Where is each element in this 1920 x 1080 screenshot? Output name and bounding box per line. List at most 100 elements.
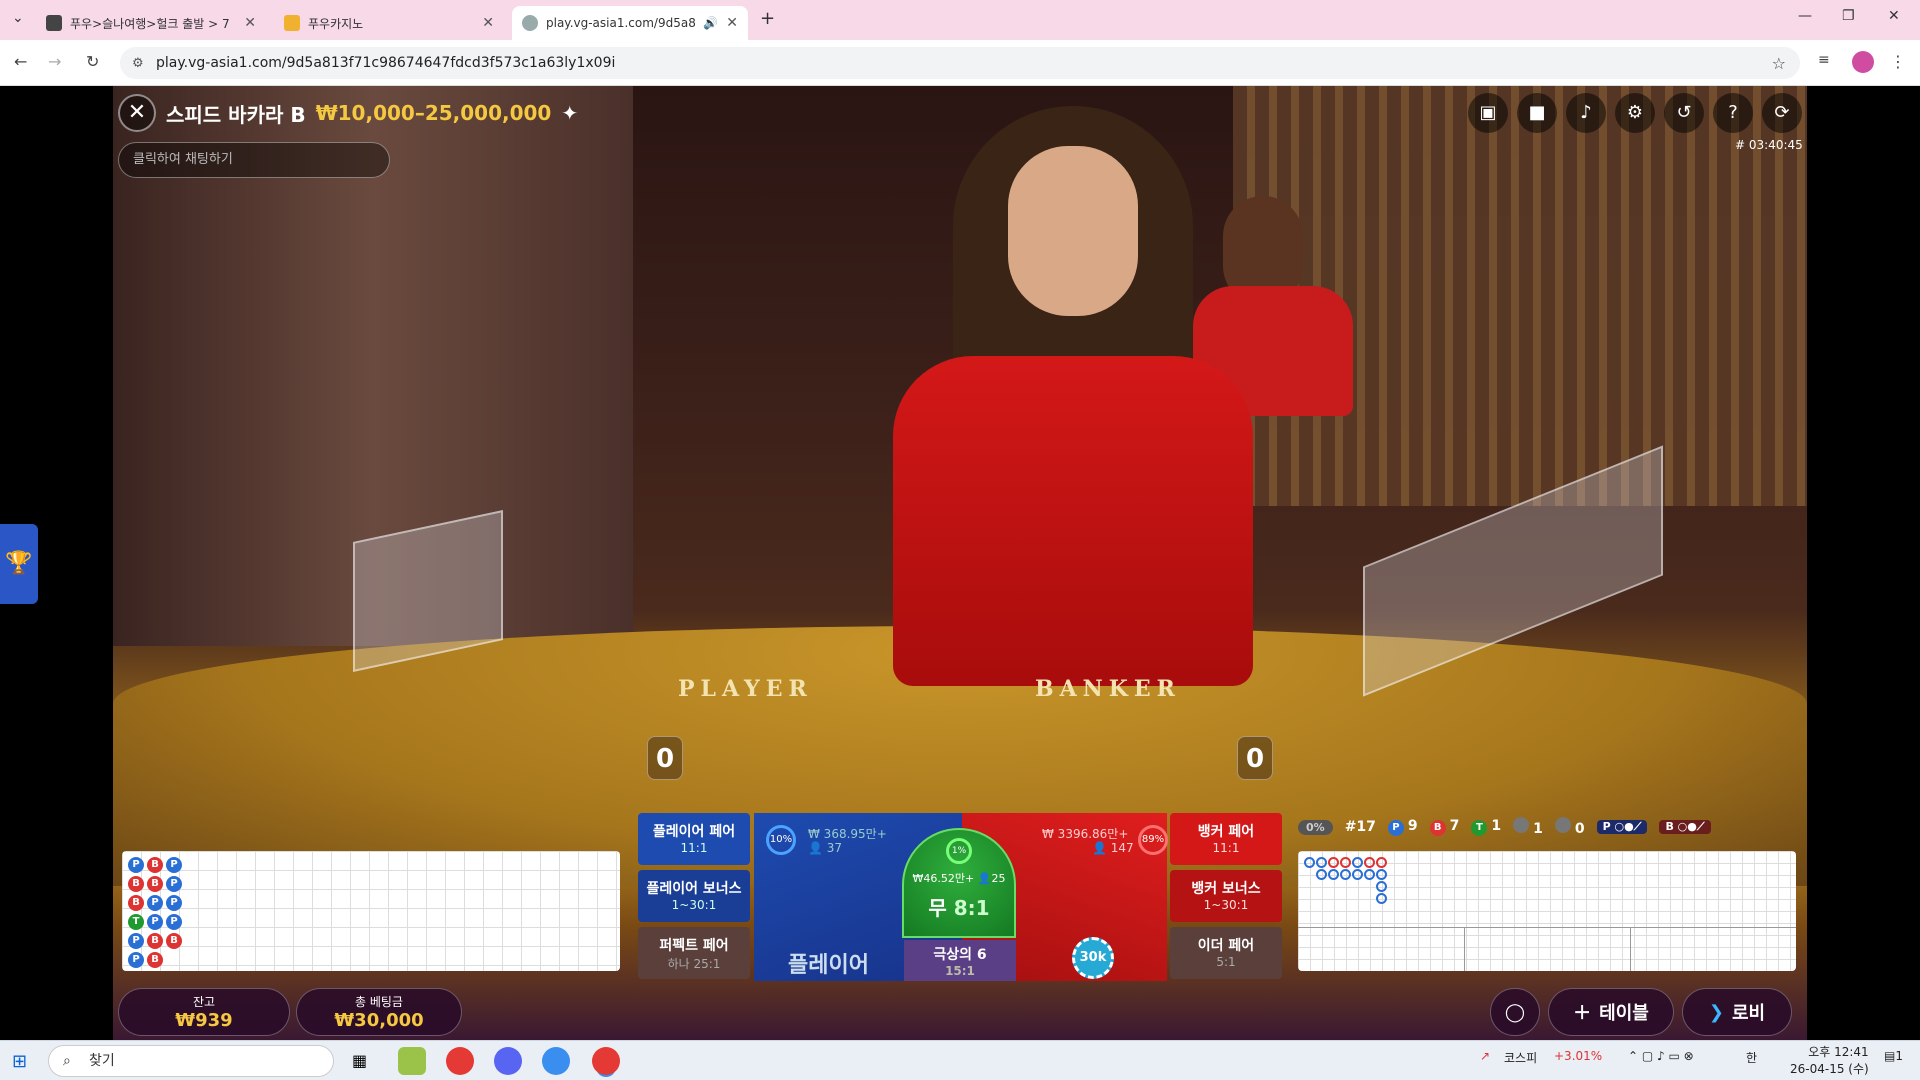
either-pair-bet[interactable]: 이더 페어 5:1 xyxy=(1170,927,1282,979)
bead-road: PBPBBPBPPTPPPBBPB xyxy=(122,851,620,971)
help-icon[interactable]: ? xyxy=(1713,93,1753,133)
history-icon[interactable]: ↺ xyxy=(1664,93,1704,133)
profile-avatar[interactable] xyxy=(1852,51,1874,73)
search-icon: ⌕ xyxy=(63,1053,71,1069)
pin-icon[interactable]: ✦ xyxy=(561,101,578,125)
chrome-icon[interactable] xyxy=(446,1047,474,1075)
player-bonus-bet[interactable]: 플레이어 보너스 1~30:1 xyxy=(638,870,750,922)
chrome-active-icon[interactable] xyxy=(592,1047,620,1075)
add-table-button[interactable]: ＋ 테이블 xyxy=(1548,988,1674,1036)
media-control-icon[interactable]: ≡ xyxy=(1818,52,1830,68)
task-view-icon[interactable]: ▦ xyxy=(352,1051,367,1070)
menu-icon[interactable]: ⋮ xyxy=(1890,52,1906,71)
banker-pct: 89% xyxy=(1138,825,1168,855)
felt-banker-label: BANKER xyxy=(1035,676,1181,702)
bet-limits: ₩10,000–25,000,000 xyxy=(315,101,552,125)
settings-icon[interactable]: ⚙ xyxy=(1615,93,1655,133)
video-icon[interactable]: ■ xyxy=(1517,93,1557,133)
start-icon[interactable]: ⊞ xyxy=(12,1051,27,1072)
banker-wins: B7 xyxy=(1429,818,1459,836)
tie-wins: T1 xyxy=(1471,818,1501,836)
audio-icon[interactable]: 🔊 xyxy=(703,16,718,30)
tray-icons[interactable]: ⌃ ▢ ♪ ▭ ⊗ xyxy=(1628,1049,1694,1063)
player-pair-count: 1 xyxy=(1513,817,1543,837)
stats-bar: 0% #17 P9 B7 T1 1 0 P ○●⟋ B ○●⟋ xyxy=(1298,817,1711,837)
chat-input[interactable]: 클릭하여 채팅하기 xyxy=(118,142,390,178)
tie-label: 무 8:1 xyxy=(928,896,990,920)
tab-3-active[interactable]: play.vg-asia1.com/9d5a81 🔊 ✕ xyxy=(512,6,748,40)
tie-bet-area[interactable]: 1% ₩46.52만+ 👤25 무 8:1 xyxy=(902,828,1016,938)
new-tab-button[interactable]: + xyxy=(760,8,775,29)
tab-close-icon[interactable]: ✕ xyxy=(482,15,494,31)
bead-cell: B xyxy=(147,876,163,892)
bead-cell: P xyxy=(166,914,182,930)
bead-cell: B xyxy=(128,876,144,892)
player-pair-bet[interactable]: 플레이어 페어 11:1 xyxy=(638,813,750,865)
lobby-button[interactable]: ❯ 로비 xyxy=(1682,988,1792,1036)
tab-1[interactable]: 푸우>슬나여행>헐크 출발 > 7 ✕ xyxy=(36,6,266,40)
felt-player-label: PLAYER xyxy=(678,676,813,702)
tab-search-icon[interactable]: ⌄ xyxy=(12,10,24,26)
stock-icon: ↗ xyxy=(1480,1049,1491,1063)
total-bet-display: 총 베팅금 ₩30,000 xyxy=(296,988,462,1036)
kospi-change: +3.01% xyxy=(1554,1049,1603,1063)
tab-title: 푸우>슬나여행>헐크 출발 > 7 xyxy=(70,16,230,31)
site-info-icon[interactable]: ⚙ xyxy=(132,56,144,71)
bead-cell: B xyxy=(166,933,182,949)
refresh-icon[interactable]: ⟳ xyxy=(1762,93,1802,133)
site-favicon-icon xyxy=(284,15,300,31)
super6-bet[interactable]: 극상의 6 15:1 xyxy=(904,940,1016,981)
restore-icon[interactable]: ❐ xyxy=(1842,8,1855,24)
banker-ask-button[interactable]: B ○●⟋ xyxy=(1659,820,1711,834)
chat-icon[interactable]: ▣ xyxy=(1468,93,1508,133)
stats-toggle[interactable]: 0% xyxy=(1298,819,1333,835)
app-icon[interactable] xyxy=(398,1047,426,1075)
back-icon[interactable]: ← xyxy=(14,52,27,71)
tab-close-icon[interactable]: ✕ xyxy=(244,15,256,31)
bet-chip: 30k xyxy=(1072,937,1114,979)
taskbar-search[interactable]: ⌕ 찾기 xyxy=(48,1045,334,1077)
edge-icon[interactable] xyxy=(542,1047,570,1075)
game-title: 스피드 바카라 B xyxy=(166,102,306,127)
dealer xyxy=(893,106,1253,686)
chat-toggle-button[interactable]: ◯ xyxy=(1490,988,1540,1036)
bead-cell: P xyxy=(166,876,182,892)
tab-title: play.vg-asia1.com/9d5a81 xyxy=(546,16,696,30)
bead-cell: P xyxy=(147,914,163,930)
window-close-icon[interactable]: ✕ xyxy=(1888,8,1900,24)
close-game-button[interactable]: ✕ xyxy=(118,94,156,132)
clock[interactable]: 오후 12:41 26-04-15 (수) xyxy=(1790,1043,1869,1077)
player-label: 플레이어 xyxy=(788,953,869,978)
perfect-pair-bet[interactable]: 퍼펙트 페어 하나 25:1 xyxy=(638,927,750,979)
player-ask-button[interactable]: P ○●⟋ xyxy=(1596,820,1648,834)
discord-icon[interactable] xyxy=(494,1047,522,1075)
bead-cell: P xyxy=(147,895,163,911)
bead-cell: T xyxy=(128,914,144,930)
game-toolbar: ▣ ■ ♪ ⚙ ↺ ? ⟳ xyxy=(1468,93,1802,133)
round-id: # 03:40:45 xyxy=(1735,138,1803,152)
notification-icon[interactable]: ▤1 xyxy=(1884,1049,1903,1063)
sound-icon[interactable]: ♪ xyxy=(1566,93,1606,133)
trophy-icon[interactable]: 🏆 xyxy=(0,524,38,604)
balance-display: 잔고 ₩939 xyxy=(118,988,290,1036)
address-bar-row: ← → ↻ ⚙ play.vg-asia1.com/9d5a813f71c986… xyxy=(0,40,1920,86)
player-wins: P9 xyxy=(1387,818,1418,836)
game-header: ✕ 스피드 바카라 B ₩10,000–25,000,000 ✦ xyxy=(118,94,578,132)
forward-icon[interactable]: → xyxy=(48,52,61,71)
player-pool: ₩ 368.95만+ xyxy=(808,827,887,841)
bookmark-star-icon[interactable]: ☆ xyxy=(1772,54,1786,73)
windows-taskbar: ⊞ ⌕ 찾기 ▦ ↗ 코스피 +3.01% ⌃ ▢ ♪ ▭ ⊗ 한 오후 12:… xyxy=(0,1040,1920,1080)
banker-bonus-bet[interactable]: 뱅커 보너스 1~30:1 xyxy=(1170,870,1282,922)
tab-title: 푸우카지노 xyxy=(308,16,364,31)
url-field[interactable]: ⚙ play.vg-asia1.com/9d5a813f71c98674647f… xyxy=(120,47,1800,79)
player-count: 👤 37 xyxy=(808,841,843,855)
ime-indicator[interactable]: 한 xyxy=(1746,1049,1757,1066)
tab-close-icon[interactable]: ✕ xyxy=(726,15,738,31)
banker-pool: ₩ 3396.86만+ xyxy=(1042,827,1129,841)
tab-2[interactable]: 푸우카지노 ✕ xyxy=(274,6,504,40)
minimize-icon[interactable]: — xyxy=(1798,8,1812,24)
bead-cell: P xyxy=(128,857,144,873)
reload-icon[interactable]: ↻ xyxy=(86,52,99,71)
banker-pair-bet[interactable]: 뱅커 페어 11:1 xyxy=(1170,813,1282,865)
round-count: #17 xyxy=(1344,819,1376,835)
